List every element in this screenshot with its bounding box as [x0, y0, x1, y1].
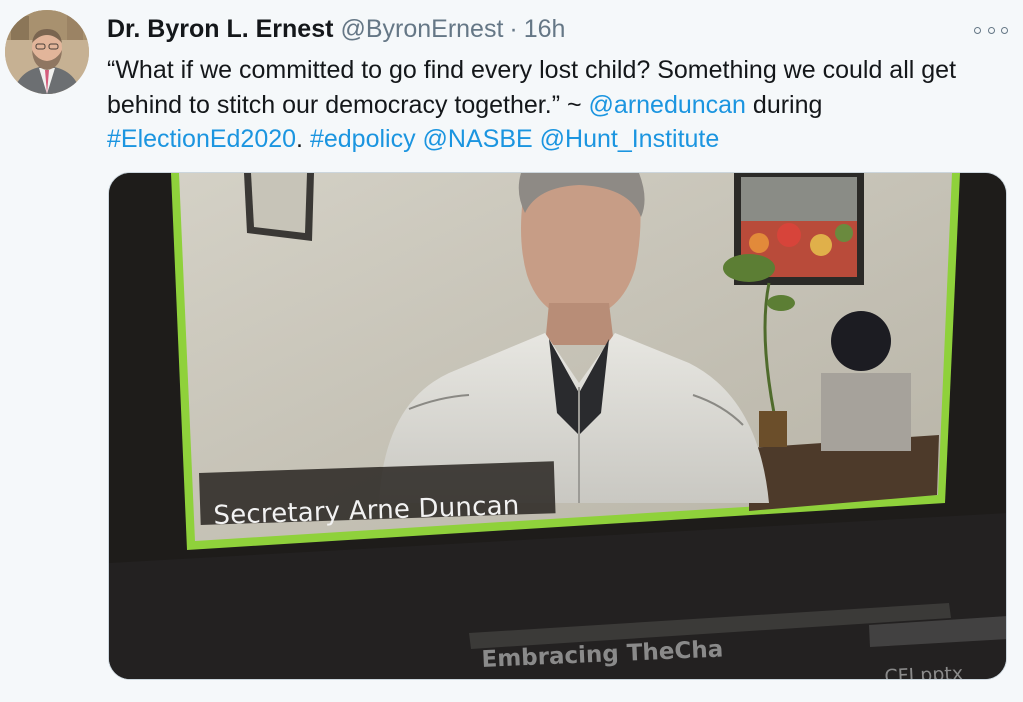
separator-dot: · — [509, 15, 518, 43]
avatar-photo — [5, 10, 89, 94]
profile-avatar[interactable] — [5, 10, 89, 94]
more-dot-3 — [1001, 26, 1008, 34]
display-name[interactable]: Dr. Byron L. Ernest — [107, 13, 333, 45]
mention-arneduncan[interactable]: @arneduncan — [589, 91, 746, 119]
tweet-header: Dr. Byron L. Ernest @ByronErnest · 16h — [107, 13, 565, 45]
tweet[interactable]: Dr. Byron L. Ernest @ByronErnest · 16h “… — [0, 0, 1023, 702]
mention-nasbe[interactable]: @NASBE — [423, 125, 533, 153]
user-handle[interactable]: @ByronErnest — [340, 13, 503, 45]
tweet-text-space-2 — [533, 125, 540, 153]
tweet-text-space-1 — [416, 125, 423, 153]
hashtag-edpolicy[interactable]: #edpolicy — [310, 125, 416, 153]
tweet-media-photo[interactable]: Secretary Arne Duncan Embracing TheCha C… — [108, 172, 1007, 680]
tweet-text-during: during — [745, 90, 823, 119]
tweet-timestamp[interactable]: 16h — [524, 13, 566, 45]
more-dot-1 — [974, 26, 981, 34]
screen-file-label-2: CFI.pptx — [884, 662, 964, 680]
mention-hunt-institute[interactable]: @Hunt_Institute — [540, 125, 720, 153]
more-options-icon[interactable] — [974, 22, 1008, 38]
tweet-text-period: . — [296, 125, 310, 153]
more-dot-2 — [987, 26, 995, 34]
tweet-text-quote: “What if we committed to go find every l… — [107, 56, 957, 119]
video-call-screen-photo — [109, 173, 1006, 679]
hashtag-electioned2020[interactable]: #ElectionEd2020 — [107, 125, 296, 153]
tweet-body: “What if we committed to go find every l… — [107, 53, 997, 157]
